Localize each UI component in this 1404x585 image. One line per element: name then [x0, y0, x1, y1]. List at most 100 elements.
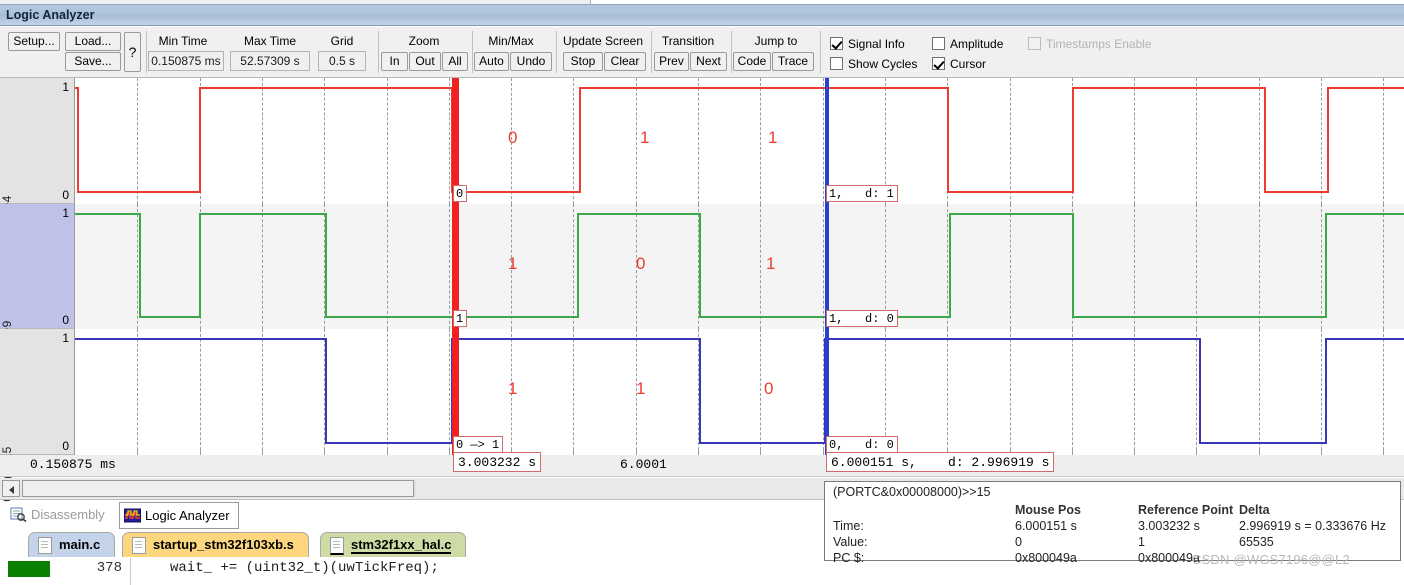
setup-button[interactable]: Setup...: [8, 32, 60, 51]
info-header-mouse-pos: Mouse Pos: [1015, 503, 1081, 517]
grid-label: Grid: [330, 34, 354, 48]
waveform-trace: [75, 213, 1404, 318]
mouse-cursor-tag: 1, d: 1: [826, 185, 898, 202]
load-button[interactable]: Load...: [65, 32, 121, 51]
minmax-group-label: Min/Max: [488, 34, 534, 48]
min-time-label: Min Time: [158, 34, 208, 48]
zoom-group-label: Zoom: [408, 34, 440, 48]
signal-label-block[interactable]: ...000010)>>410: [0, 78, 75, 276]
minmax-auto-button[interactable]: Auto: [474, 52, 509, 71]
toolbar-separator: [146, 31, 147, 73]
show-cycles-label: Show Cycles: [848, 57, 918, 71]
save-button[interactable]: Save...: [65, 52, 121, 71]
ruler-tick: [1196, 449, 1197, 455]
info-value-delta: 65535: [1239, 535, 1274, 549]
transition-next-button[interactable]: Next: [690, 52, 727, 71]
amplitude-label: Amplitude: [950, 37, 1004, 51]
amplitude-checkbox-box[interactable]: [932, 37, 945, 50]
signal-info-checkbox-box[interactable]: [830, 37, 843, 50]
file-tab-label: stm32f1xx_hal.c: [351, 537, 452, 554]
value-annotation: 0: [764, 379, 774, 399]
reference-cursor-tag: 0 —> 1: [453, 436, 504, 453]
mouse-cursor-tag: 0, d: 0: [826, 436, 898, 453]
ruler-tick: [1259, 449, 1260, 455]
reference-cursor-tag: 1: [453, 310, 468, 327]
signal-lane[interactable]: ...08000)>>1510 1 1 0 0 —> 1 0, d: 0: [0, 329, 1404, 527]
value-annotation: 1: [508, 379, 518, 399]
show-cycles-checkbox-box[interactable]: [830, 57, 843, 70]
zoom-out-button[interactable]: Out: [409, 52, 441, 71]
toolbar: Setup... Load... Save... ? Min Time 0.15…: [0, 27, 1404, 78]
toolbar-separator: [472, 31, 473, 73]
info-time-reference: 3.003232 s: [1138, 519, 1200, 533]
info-row-label-pc: PC $:: [833, 551, 865, 565]
ruler-tick: [1321, 449, 1322, 455]
signal-label-block[interactable]: ...08000)>>151 0: [0, 329, 75, 527]
checkbox-show-cycles[interactable]: Show Cycles: [830, 57, 917, 71]
minmax-undo-button[interactable]: Undo: [510, 52, 552, 71]
tab-disassembly[interactable]: Disassembly: [6, 502, 113, 529]
file-tab-hal-c[interactable]: stm32f1xx_hal.c: [320, 532, 467, 557]
help-button[interactable]: ?: [124, 32, 141, 72]
ruler-tick: [573, 449, 574, 455]
file-tab-main-c[interactable]: main.c: [28, 532, 116, 557]
jump-code-button[interactable]: Code: [733, 52, 771, 71]
min-time-field[interactable]: 0.150875 ms: [148, 51, 224, 71]
tab-logic-analyzer-label: Logic Analyzer: [145, 508, 230, 523]
breakpoint-marker-icon: [8, 561, 50, 577]
file-tab-startup-s[interactable]: startup_stm32f103xb.s: [122, 532, 309, 557]
signal-label-block[interactable]: ...000200)>>91 0: [0, 204, 75, 401]
toolbar-separator: [820, 31, 821, 73]
update-stop-button[interactable]: Stop: [563, 52, 603, 71]
toolbar-separator: [556, 31, 557, 73]
cursor-label: Cursor: [950, 57, 987, 71]
max-time-label: Max Time: [243, 34, 296, 48]
watermark: CSDN @WGS7196@@L2: [1192, 552, 1350, 567]
signal-info-panel: (PORTC&0x00008000)>>15 Mouse Pos Referen…: [824, 481, 1401, 565]
gutter-divider: [130, 558, 131, 585]
tab-disassembly-label: Disassembly: [31, 507, 105, 522]
timestamps-enable-checkbox-box: [1028, 37, 1041, 50]
checkbox-signal-info[interactable]: Signal Info: [830, 37, 905, 51]
checkbox-cursor[interactable]: Cursor: [932, 57, 986, 71]
toolbar-separator: [731, 31, 732, 73]
signal-lane[interactable]: ...000200)>>91010111, d: 0: [0, 204, 1404, 401]
signal-plot[interactable]: 0 1 1: [75, 78, 1404, 204]
axis-max-label: 1: [62, 206, 69, 220]
zoom-all-button[interactable]: All: [442, 52, 468, 71]
toolbar-separator: [651, 31, 652, 73]
value-annotation: 1: [768, 128, 778, 148]
axis-min-label: 0: [62, 188, 69, 202]
checkbox-amplitude[interactable]: Amplitude: [932, 37, 1003, 51]
ruler-tick: [449, 449, 450, 455]
info-row-label-value: Value:: [833, 535, 868, 549]
signal-plot[interactable]: 1 1 0: [75, 329, 1404, 455]
waveform-trace: [75, 338, 1404, 444]
signal-lane[interactable]: ...000010)>>41001101, d: 1: [0, 78, 1404, 276]
logic-analyzer-icon: [124, 506, 141, 523]
scrollbar-track[interactable]: [414, 480, 416, 497]
signal-plot[interactable]: 1 0 1: [75, 204, 1404, 329]
cursor-checkbox-box[interactable]: [932, 57, 945, 70]
scrollbar-thumb[interactable]: [22, 480, 414, 497]
zoom-in-button[interactable]: In: [381, 52, 408, 71]
info-header-delta: Delta: [1239, 503, 1270, 517]
ruler-tick: [1383, 449, 1384, 455]
transition-prev-button[interactable]: Prev: [654, 52, 689, 71]
info-expression: (PORTC&0x00008000)>>15: [833, 485, 991, 499]
scroll-left-arrow-icon[interactable]: [2, 480, 20, 497]
grid-field[interactable]: 0.5 s: [318, 51, 366, 71]
value-annotation: 1: [636, 379, 646, 399]
window-title: Logic Analyzer: [6, 8, 95, 22]
value-annotation: 0: [636, 254, 646, 273]
tab-logic-analyzer[interactable]: Logic Analyzer: [119, 502, 239, 529]
jump-trace-button[interactable]: Trace: [772, 52, 814, 71]
max-time-field[interactable]: 52.57309 s: [230, 51, 310, 71]
update-clear-button[interactable]: Clear: [604, 52, 646, 71]
info-value-mouse: 0: [1015, 535, 1022, 549]
ruler-tick: [760, 449, 761, 455]
ruler-tick: [387, 449, 388, 455]
ruler-tick: [200, 449, 201, 455]
time-ruler[interactable]: 0.150875 ms 6.0001 3.003232 s 6.000151 s…: [0, 449, 1404, 477]
waveform-area[interactable]: ...000010)>>41001101, d: 1...000200)>>91…: [0, 78, 1404, 527]
